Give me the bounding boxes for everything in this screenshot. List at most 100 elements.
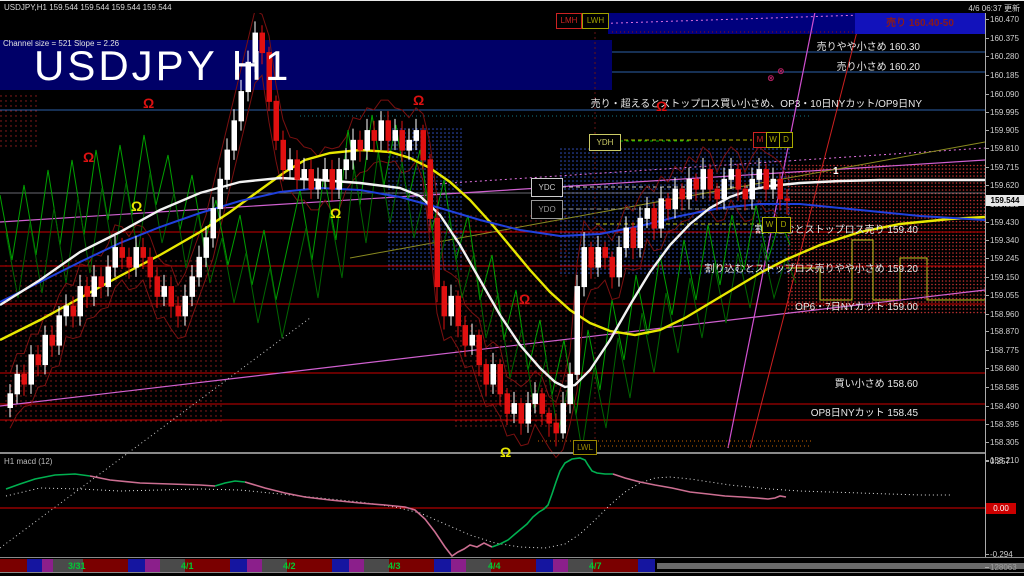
price-axis-label: 158.870 — [990, 327, 1019, 336]
level-tag-ydc: YDC — [531, 178, 563, 197]
candle — [288, 148, 293, 179]
candle — [372, 121, 377, 152]
price-axis-label: 159.620 — [990, 181, 1019, 190]
chart-shape — [764, 170, 769, 190]
chart-shape — [498, 365, 503, 394]
chart-shape — [134, 248, 139, 268]
macd-main-line — [90, 476, 215, 486]
chart-shape — [400, 131, 405, 151]
candle — [225, 138, 230, 189]
timeline-segment — [27, 559, 42, 572]
timeline-segment — [349, 559, 364, 572]
timeline-date-label: 4/2 — [283, 561, 296, 571]
cloud-region — [786, 164, 985, 314]
timeline-date-label: 4/3 — [388, 561, 401, 571]
omega-marker-red: Ω — [519, 291, 530, 307]
price-annotation: 売り小さめ 160.20 — [837, 58, 920, 73]
macd-axis-bottom: -0.294 — [990, 550, 1013, 559]
price-axis[interactable]: 160.470160.375160.280160.185160.090159.9… — [985, 12, 1024, 557]
chart-shape — [141, 248, 146, 258]
chart-shape — [155, 277, 160, 297]
chart-shape — [610, 257, 615, 277]
chart-shape — [197, 257, 202, 277]
chart-shape — [239, 92, 244, 121]
timeline-segment — [553, 559, 568, 572]
chart-shape — [659, 199, 664, 228]
chart-shape — [428, 160, 433, 219]
chart-shape — [36, 355, 41, 365]
price-axis-label: 160.280 — [990, 52, 1019, 61]
chart-shape — [225, 150, 230, 179]
macd-axis-top: 0.257 — [990, 457, 1010, 466]
chart-shape — [477, 335, 482, 364]
price-annotation: 割り込むとストップロス売りやや小さめ 159.20 — [705, 260, 918, 275]
macd-main-line — [6, 474, 90, 489]
chart-shape — [344, 160, 349, 170]
macd-indicator-title: H1 macd (12) — [4, 457, 52, 466]
mt4-chart-window: { "title_bar": { "left": "USDJPY,H1 159.… — [0, 0, 1024, 576]
macd-axis-extra: 128063 — [990, 563, 1017, 572]
timeline-segment — [332, 559, 349, 572]
chart-shape — [729, 170, 734, 180]
price-annotation: OP8日NYカット 158.45 — [811, 404, 918, 419]
chart-shape — [701, 170, 706, 190]
chart-shape — [722, 179, 727, 199]
chart-shape — [547, 413, 552, 423]
chart-shape — [470, 335, 475, 345]
candle — [358, 131, 363, 162]
chart-shape — [295, 160, 300, 180]
chart-shape — [232, 121, 237, 150]
chart-shape — [687, 179, 692, 199]
timeline-segment — [434, 559, 451, 572]
chart-shape — [393, 131, 398, 141]
chart-shape — [29, 355, 34, 384]
macd-main-line — [613, 474, 786, 499]
chart-shape — [638, 218, 643, 247]
chart-shape — [71, 306, 76, 316]
level-tag-ydo: YDO — [531, 200, 563, 219]
chart-shape — [64, 306, 69, 316]
price-axis-label: 160.090 — [990, 90, 1019, 99]
chart-shape — [176, 306, 181, 316]
chart-shape — [554, 423, 559, 433]
chart-shape — [309, 170, 314, 190]
chart-shape — [442, 287, 447, 316]
chart-shape — [603, 248, 608, 258]
chart-shape — [386, 121, 391, 141]
chart-shape — [330, 170, 335, 190]
chart-shape — [708, 170, 713, 190]
timeline-segment — [42, 559, 53, 572]
level-tag-lmh: LMH — [556, 13, 582, 29]
chart-shape — [666, 199, 671, 209]
chart-shape — [204, 238, 209, 258]
timeline-bar[interactable]: 3/314/14/24/34/44/7 — [0, 559, 1024, 572]
candle — [351, 129, 356, 170]
chart-shape — [148, 257, 153, 277]
omega-marker-red: Ω — [83, 149, 94, 165]
macd-main-line — [245, 482, 492, 556]
chart-shape — [351, 140, 356, 160]
chart-shape — [316, 179, 321, 189]
chart-shape — [596, 248, 601, 268]
candle — [295, 150, 300, 189]
level-tag-lwh: LWH — [582, 13, 609, 29]
wave-count-label: 1 — [833, 166, 839, 177]
chart-shape — [435, 218, 440, 286]
sell-zone-label: 売り 160.40-50 — [855, 13, 985, 34]
chart-shape — [274, 101, 279, 140]
chart-shape — [617, 248, 622, 277]
chart-shape — [491, 365, 496, 385]
chart-shape — [120, 248, 125, 258]
timeline-date-label: 4/4 — [488, 561, 501, 571]
price-axis-label: 158.960 — [990, 310, 1019, 319]
timeline-segment — [0, 559, 27, 572]
chart-shape — [127, 257, 132, 267]
candle — [442, 281, 447, 330]
price-annotation: 売りやや小さめ 160.30 — [817, 38, 920, 53]
chart-shape — [281, 140, 286, 169]
price-axis-label: 159.055 — [990, 291, 1019, 300]
chart-shape — [456, 296, 461, 325]
price-axis-label: 158.490 — [990, 402, 1019, 411]
timeline-tail — [657, 563, 1024, 569]
timeline-segment — [536, 559, 553, 572]
